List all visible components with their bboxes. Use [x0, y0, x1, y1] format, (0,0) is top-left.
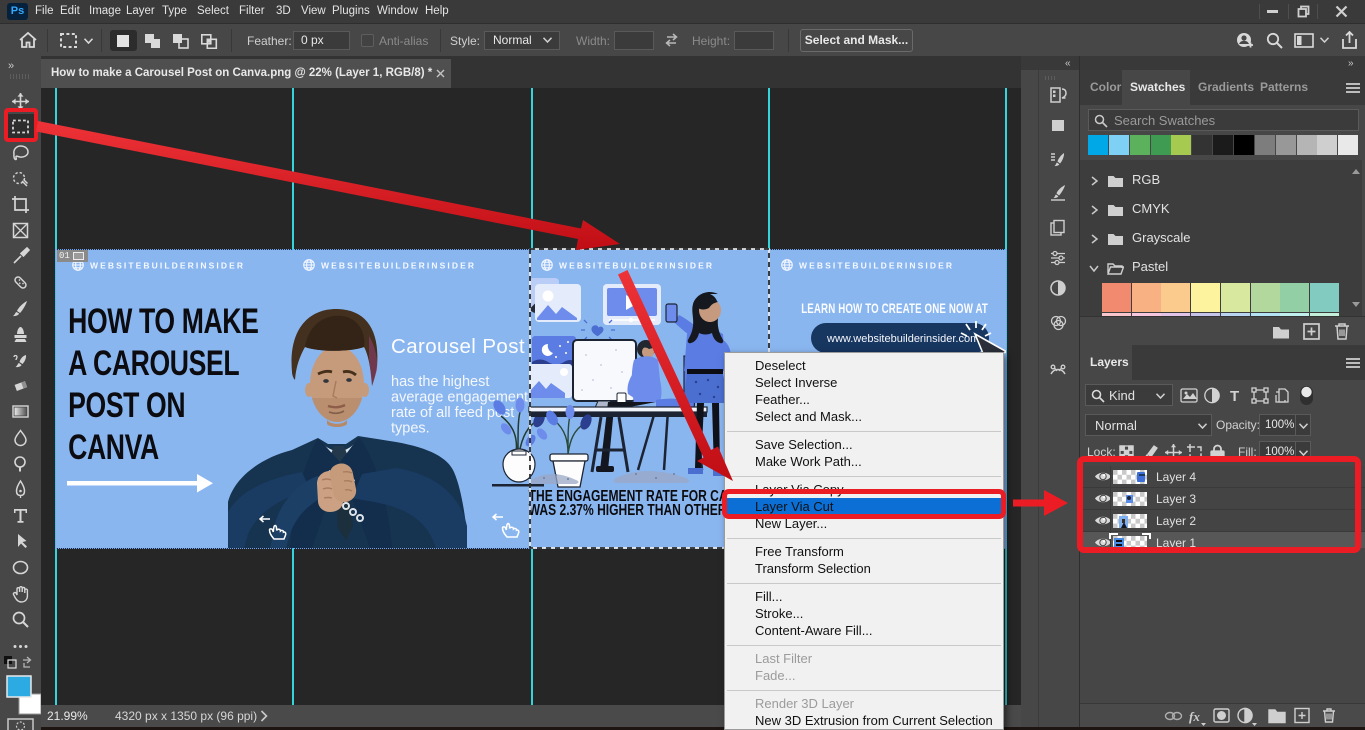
svg-text:fx: fx	[1189, 709, 1200, 724]
svg-text:T: T	[1230, 388, 1239, 405]
